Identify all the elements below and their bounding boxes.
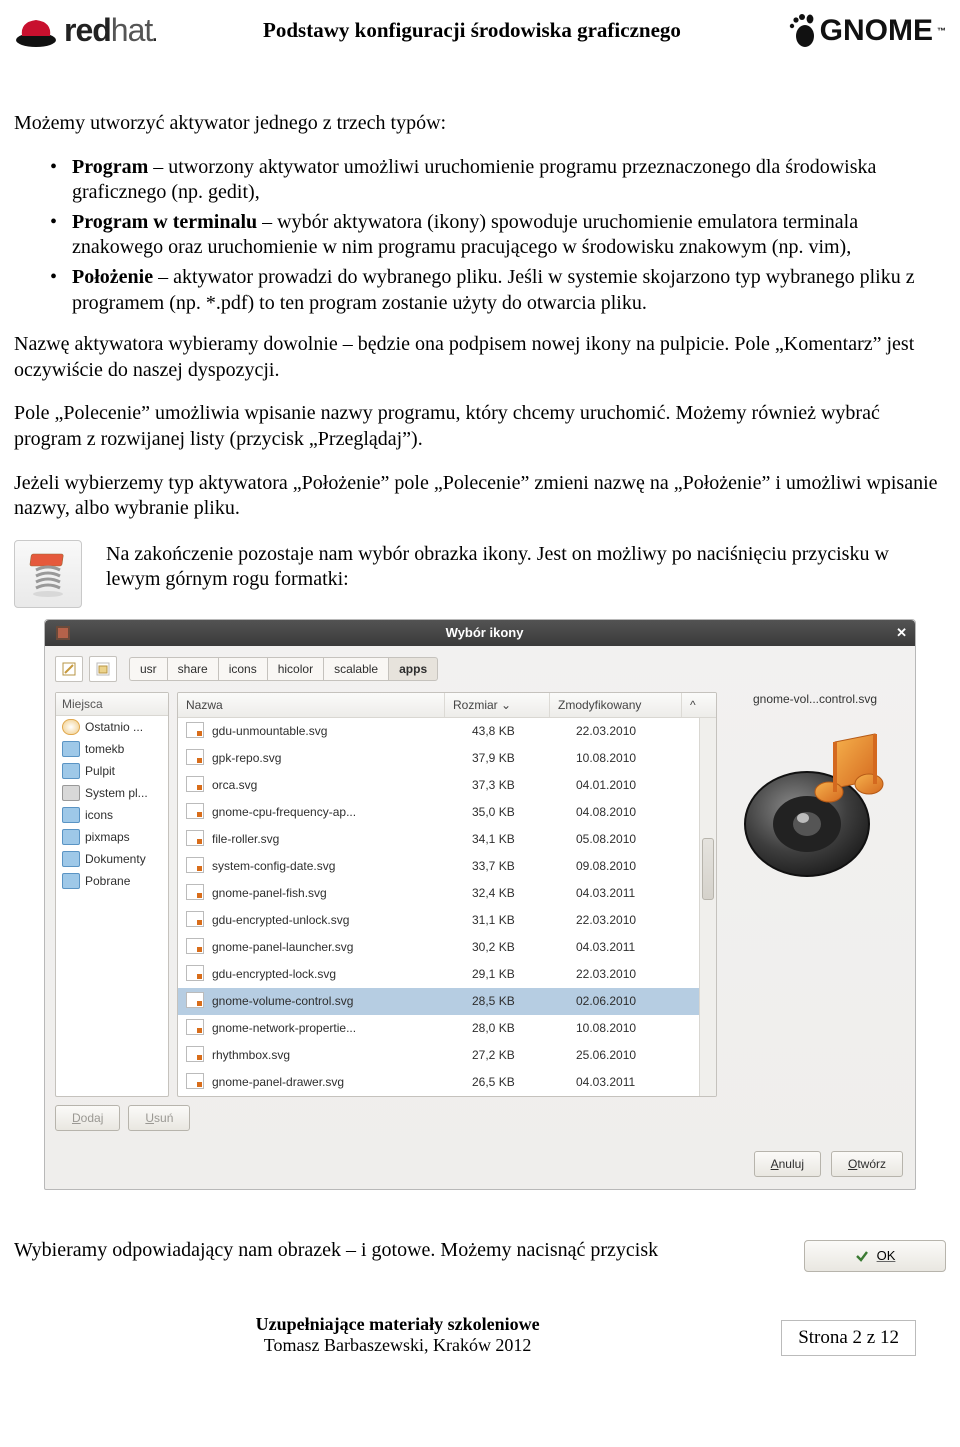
paragraph-after: Wybieramy odpowiadający nam obrazek – i … (14, 1238, 786, 1264)
file-row[interactable]: gnome-volume-control.svg28,5 KB02.06.201… (178, 988, 699, 1015)
file-row[interactable]: gnome-panel-launcher.svg30,2 KB04.03.201… (178, 934, 699, 961)
file-row[interactable]: gnome-panel-fish.svg32,4 KB04.03.2011 (178, 880, 699, 907)
dialog-title: Wybór ikony (73, 625, 896, 640)
scroll-thumb[interactable] (702, 838, 714, 900)
path-seg-scalable[interactable]: scalable (323, 657, 388, 681)
edit-path-icon[interactable] (55, 656, 83, 682)
place-desktop[interactable]: Pulpit (56, 760, 168, 782)
place-home[interactable]: tomekb (56, 738, 168, 760)
path-seg-apps[interactable]: apps (388, 657, 438, 681)
place-recent[interactable]: Ostatnio ... (56, 716, 168, 738)
ok-button[interactable]: OK (804, 1240, 946, 1272)
place-pixmaps[interactable]: pixmaps (56, 826, 168, 848)
intro-text: Możemy utworzyć aktywator jednego z trze… (14, 111, 946, 137)
col-modified[interactable]: Zmodyfikowany (550, 693, 682, 717)
places-header: Miejsca (56, 693, 168, 716)
path-seg-usr[interactable]: usr (129, 657, 167, 681)
document-title: Podstawy konfiguracji środowiska graficz… (156, 18, 787, 43)
gnome-logo: GNOME™ (788, 14, 946, 48)
paragraph-icon: Na zakończenie pozostaje nam wybór obraz… (106, 542, 946, 593)
preview-icon (735, 722, 895, 882)
page-number: Strona 2 z 12 (781, 1320, 916, 1356)
file-list-header: Nazwa Rozmiar ⌄ Zmodyfikowany ^ (178, 693, 716, 718)
path-seg-icons[interactable]: icons (218, 657, 267, 681)
preview-panel: gnome-vol...control.svg (725, 692, 905, 1097)
open-button[interactable]: Otwórz (831, 1151, 903, 1177)
page-footer: Uzupełniające materiały szkoleniowe Toma… (14, 1314, 946, 1356)
paragraph-command: Pole „Polecenie” umożliwia wpisanie nazw… (14, 401, 946, 452)
add-place-button[interactable]: Dodaj (55, 1105, 120, 1131)
file-row[interactable]: gpk-repo.svg37,9 KB10.08.2010 (178, 745, 699, 772)
footer-line2: Tomasz Barbaszewski, Kraków 2012 (14, 1335, 781, 1356)
file-row[interactable]: orca.svg37,3 KB04.01.2010 (178, 772, 699, 799)
file-row[interactable]: gdu-encrypted-lock.svg29,1 KB22.03.2010 (178, 961, 699, 988)
page-header: redhat. Podstawy konfiguracji środowiska… (14, 12, 946, 49)
place-downloads[interactable]: Pobrane (56, 870, 168, 892)
cancel-button[interactable]: Anuluj (754, 1151, 821, 1177)
paragraph-name: Nazwę aktywatora wybieramy dowolnie – bę… (14, 332, 946, 383)
close-icon[interactable]: ✕ (896, 625, 907, 641)
redhat-logo: redhat. (14, 12, 156, 49)
redhat-hat-icon (14, 14, 58, 48)
redhat-wordmark: redhat. (64, 12, 156, 49)
file-row[interactable]: file-roller.svg34,1 KB05.08.2010 (178, 826, 699, 853)
icon-chooser-dialog: Wybór ikony ✕ usr share icons hicolor (44, 619, 916, 1190)
col-scroll-top[interactable]: ^ (682, 693, 716, 717)
path-breadcrumb: usr share icons hicolor scalable apps (129, 657, 438, 681)
place-docs[interactable]: Dokumenty (56, 848, 168, 870)
file-row[interactable]: gdu-encrypted-unlock.svg31,1 KB22.03.201… (178, 907, 699, 934)
file-row[interactable]: gnome-panel-drawer.svg26,5 KB04.03.2011 (178, 1069, 699, 1096)
paragraph-location: Jeżeli wybierzemy typ aktywatora „Położe… (14, 471, 946, 522)
path-seg-hicolor[interactable]: hicolor (267, 657, 323, 681)
place-icons[interactable]: icons (56, 804, 168, 826)
file-row[interactable]: system-config-date.svg33,7 KB09.08.2010 (178, 853, 699, 880)
file-scrollbar[interactable] (699, 718, 716, 1096)
col-size[interactable]: Rozmiar ⌄ (445, 693, 550, 717)
file-row[interactable]: gnome-network-propertie...28,0 KB10.08.2… (178, 1015, 699, 1042)
dialog-titlebar: Wybór ikony ✕ (45, 620, 915, 646)
spring-launcher-icon (14, 540, 82, 608)
place-filesystem[interactable]: System pl... (56, 782, 168, 804)
file-row[interactable]: gnome-cpu-frequency-ap...35,0 KB04.08.20… (178, 799, 699, 826)
path-seg-share[interactable]: share (167, 657, 218, 681)
check-icon (855, 1249, 869, 1263)
places-sidebar: Miejsca Ostatnio ... tomekb Pulpit Syste… (55, 692, 169, 1097)
remove-place-button[interactable]: Usuń (128, 1105, 190, 1131)
file-row[interactable]: gdu-unmountable.svg43,8 KB22.03.2010 (178, 718, 699, 745)
col-name[interactable]: Nazwa (178, 693, 445, 717)
footer-line1: Uzupełniające materiały szkoleniowe (14, 1314, 781, 1335)
folder-up-icon[interactable] (89, 656, 117, 682)
dialog-app-icon (56, 626, 70, 640)
file-row[interactable]: rhythmbox.svg27,2 KB25.06.2010 (178, 1042, 699, 1069)
gnome-text: GNOME (820, 14, 933, 48)
type-list: Program – utworzony aktywator umożliwi u… (14, 155, 946, 317)
gnome-foot-icon (788, 14, 816, 48)
file-list: Nazwa Rozmiar ⌄ Zmodyfikowany ^ gdu-unmo… (177, 692, 717, 1097)
preview-filename: gnome-vol...control.svg (725, 692, 905, 706)
